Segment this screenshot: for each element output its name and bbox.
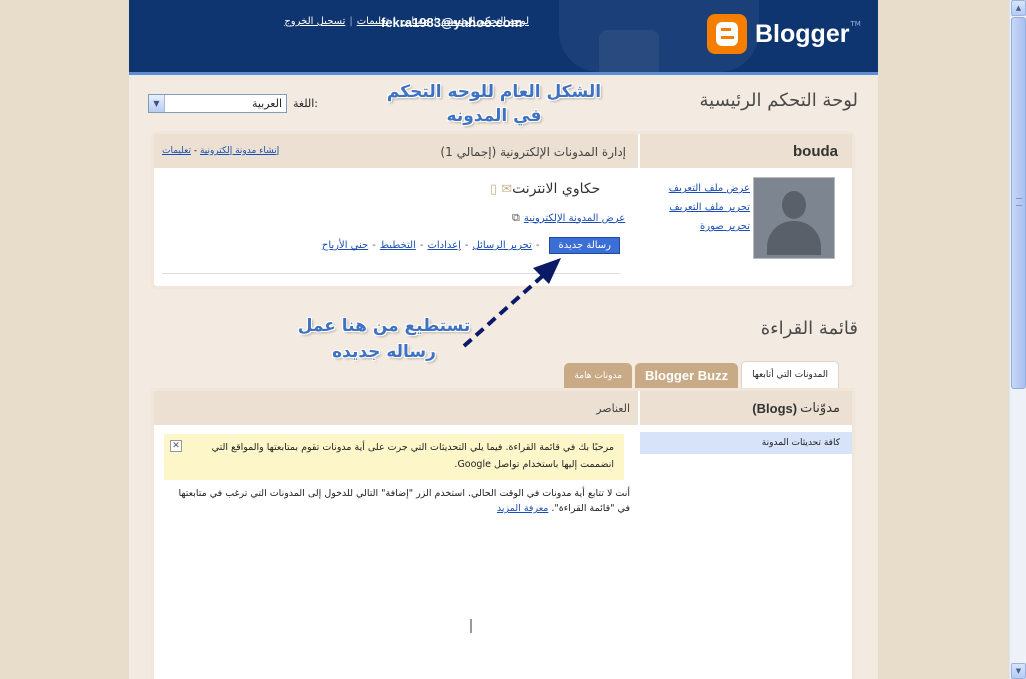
scroll-up-icon[interactable]: ▲ bbox=[1011, 0, 1026, 16]
page: لوحة التحكم الرئيسية|حسابي|تعليمات|تسجيل… bbox=[129, 0, 878, 679]
arrow-shaft bbox=[462, 270, 549, 348]
vertical-scrollbar[interactable]: ▲ ▼ bbox=[1009, 0, 1026, 679]
annotation-arrow bbox=[462, 258, 561, 348]
scroll-down-icon[interactable]: ▼ bbox=[1011, 663, 1026, 679]
scroll-thumb[interactable] bbox=[1011, 17, 1026, 389]
